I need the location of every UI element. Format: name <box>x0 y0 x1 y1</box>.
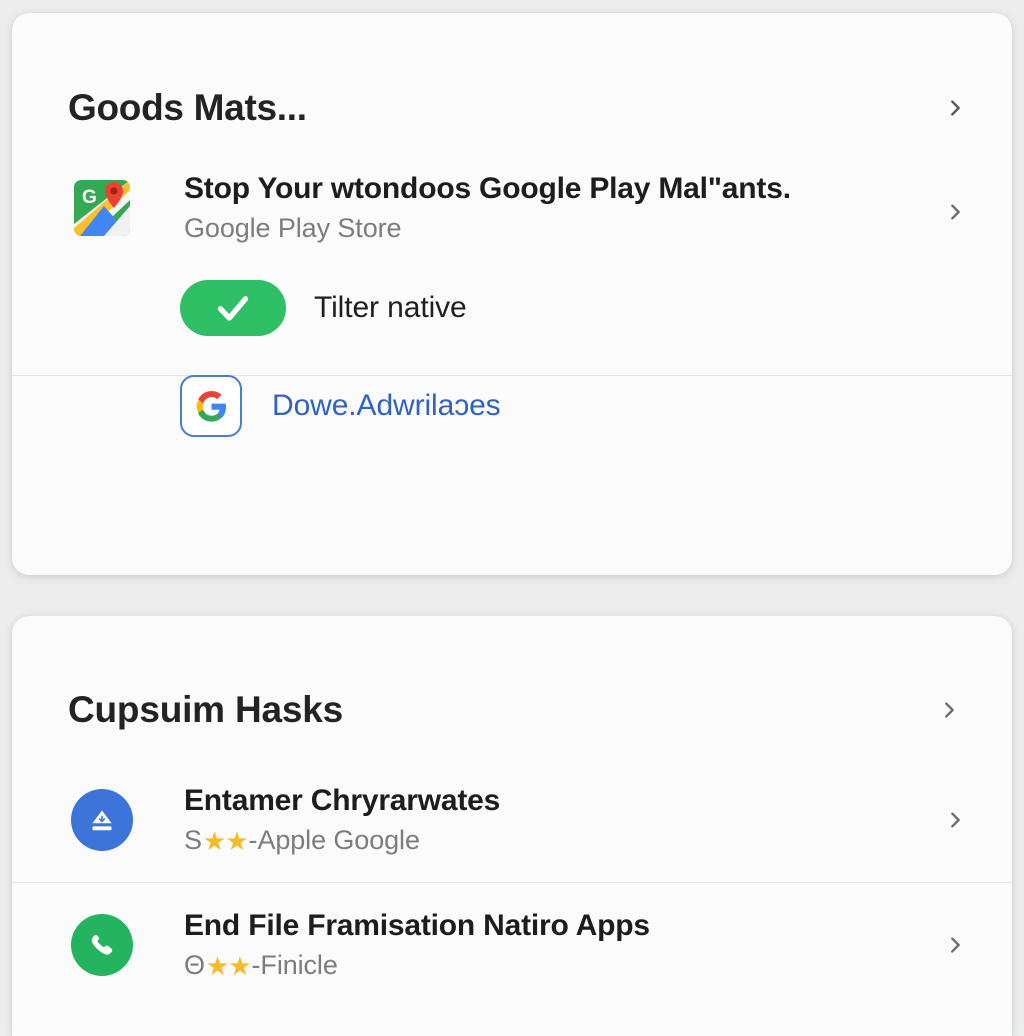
list-item-subtitle: S ★★ -Apple Google <box>184 826 500 856</box>
google-g-icon[interactable] <box>180 375 242 437</box>
google-maps-icon: G <box>68 180 136 236</box>
svg-text:G: G <box>82 187 97 208</box>
app-screen: Goods Mats... G Stop Your wtondoos Googl… <box>0 0 1024 1036</box>
list-item-sub-prefix: S <box>184 825 202 856</box>
card-two-title: Cupsuim Hasks <box>68 689 343 730</box>
chevron-right-icon[interactable] <box>944 201 966 223</box>
google-link-row[interactable]: Dowe.Adwrilaɔes <box>12 356 1012 456</box>
app-row-subtitle: Google Play Store <box>184 213 402 244</box>
phone-icon <box>68 914 136 976</box>
toggle-label: Tilter native <box>314 291 467 324</box>
card-goods-mats: Goods Mats... G Stop Your wtondoos Googl… <box>12 13 1012 575</box>
app-row-title: Stop Your wtondoos Google Play Mal"ants. <box>184 171 791 205</box>
list-item-text-block: End File Framisation Natiro Apps Θ ★★ -F… <box>184 909 650 981</box>
phone-icon-circle <box>71 914 133 976</box>
eject-icon <box>68 789 136 851</box>
chevron-right-icon[interactable] <box>938 699 960 721</box>
list-item-sub-suffix: -Apple Google <box>248 825 420 856</box>
list-item-subtitle: Θ ★★ -Finicle <box>184 951 650 981</box>
chevron-right-icon[interactable] <box>944 97 966 119</box>
list-item[interactable]: End File Framisation Natiro Apps Θ ★★ -F… <box>12 883 1012 1007</box>
list-item-sub-suffix: -Finicle <box>251 950 338 981</box>
star-rating: ★★ <box>205 951 252 982</box>
card-one-header[interactable]: Goods Mats... <box>12 60 1012 156</box>
list-item-text-block: Entamer Chryrarwates S ★★ -Apple Google <box>184 784 500 856</box>
check-icon <box>217 296 249 321</box>
eject-icon-circle <box>71 789 133 851</box>
google-link-label[interactable]: Dowe.Adwrilaɔes <box>272 389 501 423</box>
list-item-sub-prefix: Θ <box>184 950 205 981</box>
toggle-switch-on[interactable] <box>180 280 286 336</box>
card-cupsuim-hasks: Cupsuim Hasks Entamer Chryrarwates S ★★ … <box>12 616 1012 1036</box>
list-item-title: Entamer Chryrarwates <box>184 783 501 817</box>
chevron-right-icon[interactable] <box>944 809 966 831</box>
app-row-google-play[interactable]: G Stop Your wtondoos Google Play Mal"ant… <box>12 156 1012 260</box>
list-item-title: End File Framisation Natiro Apps <box>184 908 650 942</box>
app-row-text-block: Stop Your wtondoos Google Play Mal"ants.… <box>184 172 791 244</box>
card-two-header[interactable]: Cupsuim Hasks <box>12 662 1012 758</box>
card-one-title: Goods Mats... <box>68 87 307 128</box>
star-rating: ★★ <box>202 826 249 857</box>
chevron-right-icon[interactable] <box>944 934 966 956</box>
list-item[interactable]: Entamer Chryrarwates S ★★ -Apple Google <box>12 758 1012 882</box>
toggle-row-tilter-native[interactable]: Tilter native <box>12 260 1012 356</box>
